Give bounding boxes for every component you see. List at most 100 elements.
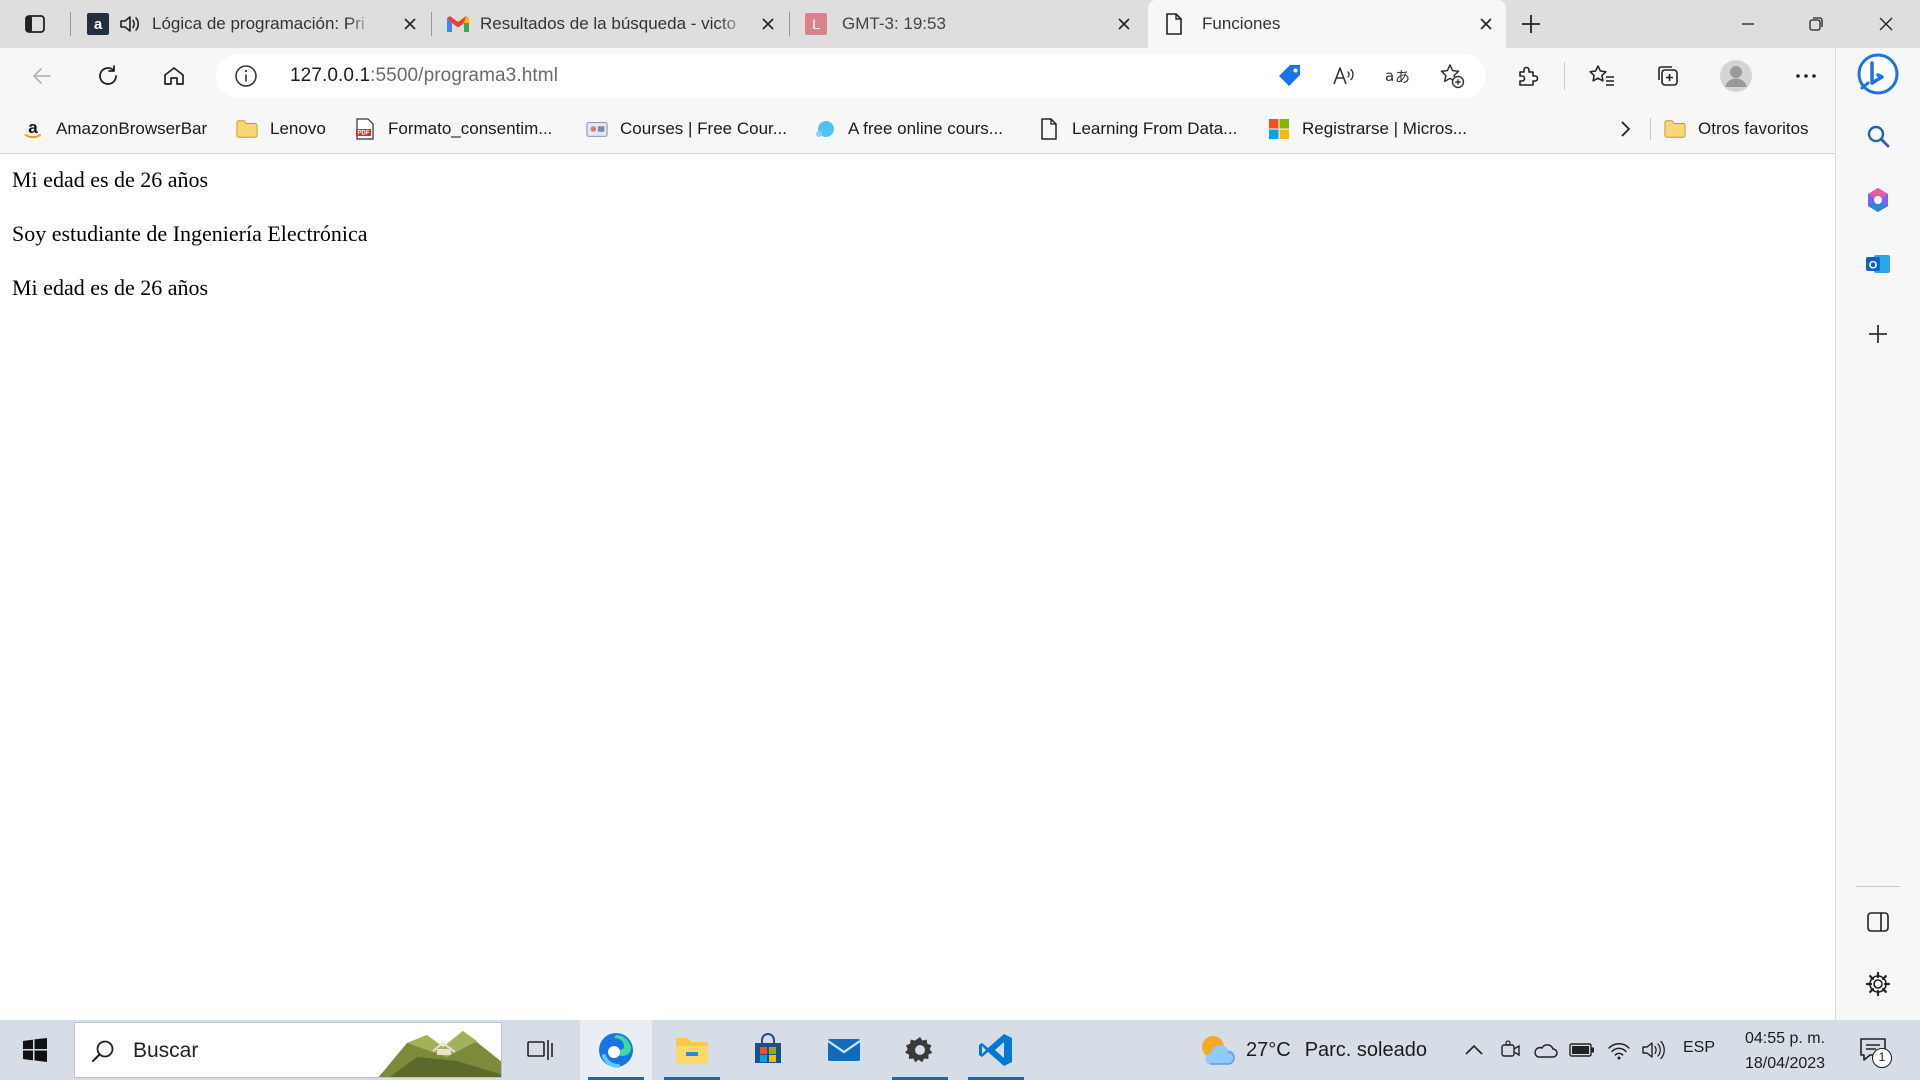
tab-title: Lógica de programación: Pri xyxy=(152,14,365,33)
wifi-icon[interactable] xyxy=(1605,1036,1633,1064)
more-dots-icon xyxy=(1796,74,1816,78)
collections-icon xyxy=(1658,66,1678,86)
back-button[interactable] xyxy=(22,56,62,96)
notifications-button[interactable]: 1 xyxy=(1848,1030,1898,1070)
shopping-tag-icon[interactable] xyxy=(1276,62,1304,90)
other-favorites-folder[interactable]: Otros favoritos xyxy=(1664,114,1809,144)
more-favorites-button[interactable] xyxy=(1612,116,1638,142)
favorite-label: Lenovo xyxy=(270,119,326,138)
hide-sidebar-button[interactable] xyxy=(1856,900,1900,944)
page-content: Mi edad es de 26 años Soy estudiante de … xyxy=(0,155,1835,1020)
read-aloud-icon[interactable] xyxy=(1330,62,1358,90)
close-icon[interactable] xyxy=(756,12,780,36)
start-button[interactable] xyxy=(0,1020,70,1080)
tab-title: Funciones xyxy=(1202,14,1281,33)
chevron-up-icon xyxy=(1465,1044,1483,1055)
chevron-right-icon xyxy=(1621,121,1630,137)
close-icon[interactable] xyxy=(1112,12,1136,36)
sidebar-office-button[interactable] xyxy=(1856,178,1900,222)
settings-more-button[interactable] xyxy=(1786,56,1826,96)
clock-time: 04:55 p. m. xyxy=(1744,1030,1826,1047)
show-hidden-icons-button[interactable] xyxy=(1460,1036,1488,1064)
bing-icon xyxy=(1857,53,1899,95)
taskbar-store-button[interactable] xyxy=(732,1020,804,1080)
favorite-amazonbrowserbar[interactable]: a AmazonBrowserBar xyxy=(22,114,207,144)
minimize-button[interactable] xyxy=(1714,0,1782,48)
url-text[interactable]: 127.0.0.1:5500/programa3.html xyxy=(290,65,558,87)
amazon-icon: a xyxy=(22,118,44,140)
onedrive-cloud-icon[interactable] xyxy=(1531,1036,1559,1064)
add-favorite-icon[interactable] xyxy=(1438,62,1466,90)
task-view-button[interactable] xyxy=(504,1020,576,1080)
svg-text:a: a xyxy=(28,118,38,137)
tab-strip: a Lógica de programación: Pri Resultados… xyxy=(0,0,1920,48)
microsoft-icon xyxy=(1268,118,1290,140)
sidebar-settings-button[interactable] xyxy=(1856,962,1900,1006)
mail-icon xyxy=(827,1039,861,1061)
favorite-registrarse-microsoft[interactable]: Registrarse | Micros... xyxy=(1268,114,1467,144)
favorite-label: Formato_consentim... xyxy=(388,119,553,138)
page-line-age: Mi edad es de 26 años xyxy=(12,167,209,192)
bing-chat-button[interactable] xyxy=(1856,52,1900,96)
tab-actions-button[interactable] xyxy=(14,8,56,40)
favorite-formato-consentimiento[interactable]: PDF Formato_consentim... xyxy=(354,114,552,144)
taskbar-vscode-button[interactable] xyxy=(960,1020,1032,1080)
plus-icon xyxy=(1869,325,1887,343)
refresh-button[interactable] xyxy=(88,56,128,96)
favorite-free-online-course[interactable]: A free online cours... xyxy=(814,114,1003,144)
collections-button[interactable] xyxy=(1648,56,1688,96)
avatar xyxy=(1720,60,1752,92)
tab-title: GMT-3: 19:53 xyxy=(842,14,946,33)
task-view-icon xyxy=(527,1040,553,1060)
system-clock[interactable]: 04:55 p. m. 18/04/2023 xyxy=(1730,1026,1840,1076)
favorite-label: A free online cours... xyxy=(848,119,1003,138)
tab-funciones[interactable]: Funciones xyxy=(1148,0,1506,48)
restore-button[interactable] xyxy=(1782,0,1850,48)
extensions-button[interactable] xyxy=(1508,56,1548,96)
site-info-icon[interactable] xyxy=(234,64,258,88)
translate-icon[interactable]: aあ xyxy=(1384,62,1412,90)
url-path: :5500/programa3.html xyxy=(370,65,559,86)
meet-now-icon[interactable] xyxy=(1496,1036,1524,1064)
home-button[interactable] xyxy=(154,56,194,96)
favorites-button[interactable] xyxy=(1582,56,1622,96)
minimize-icon xyxy=(1742,23,1754,25)
favorite-label: Learning From Data... xyxy=(1072,119,1238,138)
taskbar-edge-button[interactable] xyxy=(580,1020,652,1080)
taskbar-mail-button[interactable] xyxy=(808,1020,880,1080)
taskbar-settings-button[interactable] xyxy=(884,1020,956,1080)
favorite-label: Registrarse | Micros... xyxy=(1302,119,1468,138)
weather-widget[interactable]: 27°C Parc. soleado xyxy=(1196,1030,1427,1070)
favorite-learning-from-data[interactable]: Learning From Data... xyxy=(1038,114,1237,144)
pdf-icon: PDF xyxy=(354,118,376,140)
favorite-lenovo[interactable]: Lenovo xyxy=(236,114,326,144)
tab-gmt[interactable]: L GMT-3: 19:53 xyxy=(790,0,1144,48)
close-icon[interactable] xyxy=(1474,12,1498,36)
sidebar-add-button[interactable] xyxy=(1856,312,1900,356)
speaker-icon[interactable] xyxy=(118,12,142,36)
close-window-button[interactable] xyxy=(1852,0,1920,48)
sidebar-search-button[interactable] xyxy=(1856,114,1900,158)
taskbar-search-box[interactable]: Buscar xyxy=(74,1022,502,1078)
partly-sunny-icon xyxy=(1202,1036,1235,1065)
battery-icon[interactable] xyxy=(1568,1036,1596,1064)
profile-button[interactable] xyxy=(1716,56,1756,96)
address-bar[interactable]: 127.0.0.1:5500/programa3.html aあ xyxy=(216,54,1486,98)
language-indicator[interactable]: ESP xyxy=(1683,1039,1715,1057)
new-tab-button[interactable] xyxy=(1514,8,1548,40)
tab-logica-programacion[interactable]: a Lógica de programación: Pri xyxy=(80,0,430,48)
favorite-courses[interactable]: Courses | Free Cour... xyxy=(586,114,787,144)
taskbar-file-explorer-button[interactable] xyxy=(656,1020,728,1080)
tab-resultados-busqueda[interactable]: Resultados de la búsqueda - victo xyxy=(432,0,788,48)
page-icon xyxy=(1162,12,1186,36)
store-icon xyxy=(755,1033,781,1063)
folder-icon xyxy=(236,118,258,140)
sidebar-outlook-button[interactable]: O xyxy=(1856,242,1900,286)
other-favorites-label: Otros favoritos xyxy=(1698,119,1809,138)
windows-taskbar: Buscar 27°C Parc. soleado ESP 04:55 p. m… xyxy=(0,1020,1920,1080)
volume-icon[interactable] xyxy=(1640,1036,1668,1064)
close-icon[interactable] xyxy=(398,12,422,36)
weather-description: Parc. soleado xyxy=(1304,1038,1427,1061)
restore-icon xyxy=(1809,17,1823,31)
gear-icon xyxy=(905,1037,933,1063)
